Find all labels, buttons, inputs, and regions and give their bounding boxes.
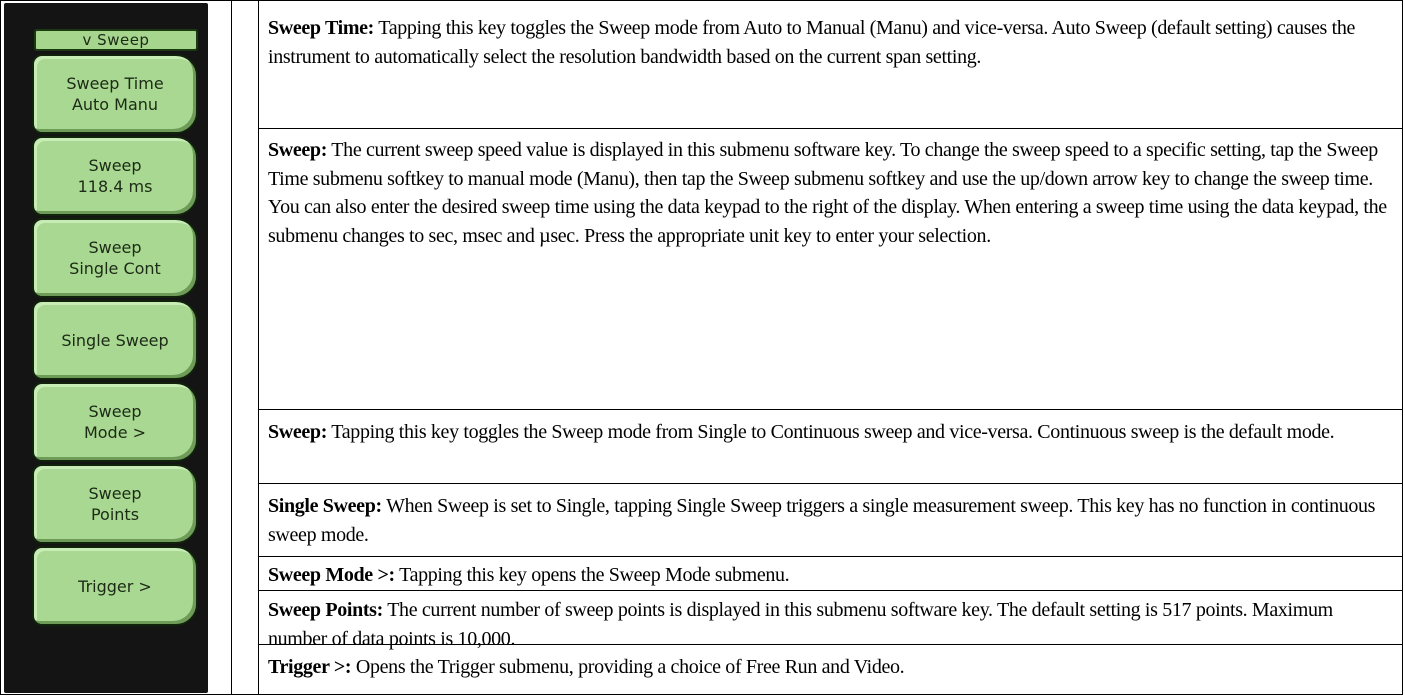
row-divider bbox=[258, 409, 1403, 410]
softkey-label: Single Cont bbox=[69, 259, 161, 278]
term: Sweep: bbox=[268, 139, 328, 161]
softkey-label: Sweep bbox=[88, 484, 142, 503]
term: Trigger >: bbox=[268, 656, 352, 678]
description-sweep-points: Sweep Points: The current number of swee… bbox=[268, 596, 1393, 653]
row-divider bbox=[258, 128, 1403, 129]
menu-title: v Sweep bbox=[34, 29, 198, 51]
row-divider bbox=[258, 590, 1403, 591]
description-sweep-time: Sweep Time: Tapping this key toggles the… bbox=[268, 14, 1393, 71]
row-divider bbox=[258, 556, 1403, 557]
softkey-panel: v Sweep Sweep Time Auto Manu Sweep 118.4… bbox=[4, 3, 208, 693]
softkey-label: Sweep bbox=[88, 156, 142, 175]
definition: When Sweep is set to Single, tapping Sin… bbox=[268, 495, 1376, 546]
definition: Tapping this key toggles the Sweep mode … bbox=[268, 17, 1356, 68]
single-sweep-softkey[interactable]: Single Sweep bbox=[32, 300, 198, 380]
term: Sweep: bbox=[268, 421, 328, 443]
sweep-value-softkey[interactable]: Sweep 118.4 ms bbox=[32, 136, 198, 216]
term: Sweep Mode >: bbox=[268, 564, 395, 586]
description-trigger: Trigger >: Opens the Trigger submenu, pr… bbox=[268, 653, 1393, 682]
sweep-single-cont-softkey[interactable]: Sweep Single Cont bbox=[32, 218, 198, 298]
softkey-label: Sweep Time bbox=[66, 74, 164, 93]
term: Sweep Time: bbox=[268, 17, 374, 39]
description-single-sweep: Single Sweep: When Sweep is set to Singl… bbox=[268, 492, 1393, 549]
definition: The current sweep speed value is display… bbox=[268, 139, 1387, 247]
definition: Opens the Trigger submenu, providing a c… bbox=[351, 656, 905, 678]
softkey-label: 118.4 ms bbox=[77, 177, 153, 196]
description-sweep: Sweep: The current sweep speed value is … bbox=[268, 136, 1393, 250]
definition: Tapping this key toggles the Sweep mode … bbox=[327, 421, 1335, 443]
sweep-mode-softkey[interactable]: Sweep Mode > bbox=[32, 382, 198, 462]
term: Single Sweep: bbox=[268, 495, 382, 517]
softkey-label: Auto Manu bbox=[71, 95, 159, 114]
definition: The current number of sweep points is di… bbox=[268, 599, 1333, 650]
softkey-label: Trigger > bbox=[78, 576, 152, 596]
sweep-points-softkey[interactable]: Sweep Points bbox=[32, 464, 198, 544]
sweep-time-softkey[interactable]: Sweep Time Auto Manu bbox=[32, 54, 198, 134]
trigger-softkey[interactable]: Trigger > bbox=[32, 546, 198, 626]
softkey-label: Sweep bbox=[88, 402, 142, 421]
definition: Tapping this key opens the Sweep Mode su… bbox=[394, 564, 790, 586]
description-sweep-mode: Sweep Mode >: Tapping this key opens the… bbox=[268, 561, 1393, 590]
term: Sweep Points: bbox=[268, 599, 383, 621]
softkey-label: Single Sweep bbox=[61, 330, 169, 350]
row-divider bbox=[258, 483, 1403, 484]
softkey-label: Sweep bbox=[88, 238, 142, 257]
softkey-label: Mode > bbox=[83, 423, 147, 442]
softkey-label: Points bbox=[90, 505, 140, 524]
description-sweep-single-cont: Sweep: Tapping this key toggles the Swee… bbox=[268, 418, 1393, 447]
column-divider bbox=[231, 0, 232, 695]
